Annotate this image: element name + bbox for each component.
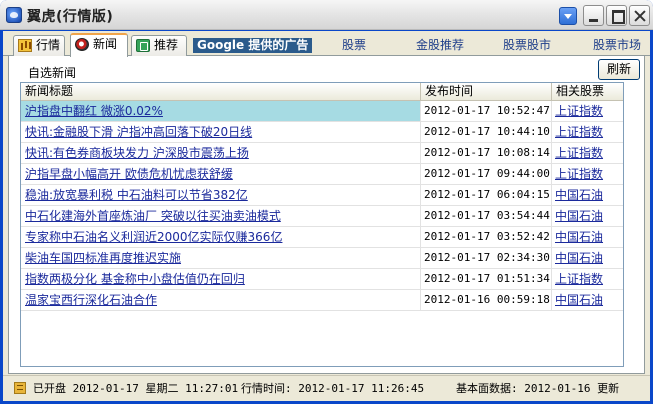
publish-time: 2012-01-17 10:44:10 bbox=[421, 122, 552, 142]
related-stock-link[interactable]: 上证指数 bbox=[552, 164, 623, 184]
minimize-button[interactable] bbox=[583, 5, 604, 26]
section-label: 自选新闻 bbox=[28, 66, 77, 80]
news-icon bbox=[75, 38, 89, 51]
related-stock-link[interactable]: 中国石油 bbox=[552, 185, 623, 205]
tab-quote[interactable]: 行情 bbox=[13, 35, 65, 56]
window-title: 翼虎(行情版) bbox=[27, 9, 114, 25]
tab-strip: 行情 新闻 推荐 Google 提供的广告 股票 金股推荐 股票股市 股票市场 bbox=[3, 31, 650, 57]
quote-time: 行情时间: 2012-01-17 11:26:45 bbox=[241, 382, 425, 395]
market-status: 已开盘 2012-01-17 星期二 11:27:01 bbox=[33, 382, 239, 395]
table-row[interactable]: 中石化建海外首座炼油厂 突破以往买油卖油模式 2012-01-17 03:54:4… bbox=[21, 206, 623, 227]
news-title-link[interactable]: 稳油:放宽暴利税 中石油料可以节省382亿 bbox=[21, 185, 421, 205]
publish-time: 2012-01-17 09:44:00 bbox=[421, 164, 552, 184]
status-bar: 已开盘 2012-01-17 星期二 11:27:01 行情时间: 2012-0… bbox=[3, 375, 650, 401]
panel-toolbar: 自选新闻 刷新 bbox=[9, 56, 644, 83]
related-stock-link[interactable]: 中国石油 bbox=[552, 248, 623, 268]
column-header-title[interactable]: 新闻标题 bbox=[21, 83, 421, 101]
ad-link-stocks[interactable]: 股票 bbox=[342, 38, 366, 53]
table-row[interactable]: 专家称中石油名义利润近2000亿实际仅赚366亿 2012-01-17 03:52… bbox=[21, 227, 623, 248]
table-row[interactable]: 柴油车国四标准再度推迟实施 2012-01-17 02:34:30 中国石油 bbox=[21, 248, 623, 269]
ad-link-stock-exchange[interactable]: 股票市场 bbox=[593, 38, 641, 53]
news-title-link[interactable]: 柴油车国四标准再度推迟实施 bbox=[21, 248, 421, 268]
publish-time: 2012-01-17 10:52:47 bbox=[421, 101, 552, 121]
calendar-icon bbox=[14, 382, 26, 394]
tab-label: 新闻 bbox=[93, 37, 118, 51]
publish-time: 2012-01-17 03:54:44 bbox=[421, 206, 552, 226]
title-bar[interactable]: 翼虎(行情版) bbox=[0, 0, 653, 30]
tab-label: 行情 bbox=[36, 38, 61, 52]
publish-time: 2012-01-17 01:51:34 bbox=[421, 269, 552, 289]
table-row[interactable]: 沪指盘中翻红 微涨0.02% 2012-01-17 10:52:47 上证指数 bbox=[21, 101, 623, 122]
ad-link-golden-stocks[interactable]: 金股推荐 bbox=[416, 38, 464, 53]
news-title-link[interactable]: 沪指早盘小幅高开 欧债危机忧虑获舒缓 bbox=[21, 164, 421, 184]
news-title-link[interactable]: 快讯:有色券商板块发力 沪深股市震荡上扬 bbox=[21, 143, 421, 163]
table-row[interactable]: 沪指早盘小幅高开 欧债危机忧虑获舒缓 2012-01-17 09:44:00 上证指… bbox=[21, 164, 623, 185]
basic-data-status: 基本面数据: 2012-01-16 更新 bbox=[456, 382, 620, 395]
table-row[interactable]: 稳油:放宽暴利税 中石油料可以节省382亿 2012-01-17 06:04:15… bbox=[21, 185, 623, 206]
related-stock-link[interactable]: 上证指数 bbox=[552, 269, 623, 289]
related-stock-link[interactable]: 中国石油 bbox=[552, 227, 623, 247]
maximize-button[interactable] bbox=[606, 5, 627, 26]
table-row[interactable]: 指数两极分化 基金称中小盘估值仍在回归 2012-01-17 01:51:34 上证… bbox=[21, 269, 623, 290]
column-header-time[interactable]: 发布时间 bbox=[421, 83, 552, 101]
menu-dropdown-button[interactable] bbox=[559, 7, 577, 25]
related-stock-link[interactable]: 上证指数 bbox=[552, 101, 623, 121]
table-row[interactable]: 快讯:金融股下滑 沪指冲高回落下破20日线 2012-01-17 10:44:10… bbox=[21, 122, 623, 143]
news-table: 新闻标题 发布时间 相关股票 沪指盘中翻红 微涨0.02% 2012-01-17 … bbox=[20, 82, 624, 367]
app-window: 翼虎(行情版) 行情 新闻 推荐 Google 提供的广告 股票 金股推荐 股票… bbox=[0, 0, 653, 404]
tab-label: 推荐 bbox=[154, 38, 179, 52]
google-ads-label[interactable]: Google 提供的广告 bbox=[193, 38, 313, 53]
news-title-link[interactable]: 专家称中石油名义利润近2000亿实际仅赚366亿 bbox=[21, 227, 421, 247]
related-stock-link[interactable]: 上证指数 bbox=[552, 143, 623, 163]
client-area: 行情 新闻 推荐 Google 提供的广告 股票 金股推荐 股票股市 股票市场 … bbox=[3, 31, 650, 401]
tab-news[interactable]: 新闻 bbox=[70, 33, 128, 57]
column-header-stock[interactable]: 相关股票 bbox=[552, 83, 623, 101]
table-row[interactable]: 温家宝西行深化石油合作 2012-01-16 00:59:18 中国石油 bbox=[21, 290, 623, 311]
tiger-app-icon[interactable] bbox=[6, 7, 22, 23]
chart-icon bbox=[18, 39, 32, 52]
publish-time: 2012-01-17 02:34:30 bbox=[421, 248, 552, 268]
table-row[interactable]: 快讯:有色券商板块发力 沪深股市震荡上扬 2012-01-17 10:08:14 上… bbox=[21, 143, 623, 164]
refresh-button[interactable]: 刷新 bbox=[598, 59, 640, 80]
tab-recommend[interactable]: 推荐 bbox=[131, 35, 187, 56]
related-stock-link[interactable]: 中国石油 bbox=[552, 206, 623, 226]
publish-time: 2012-01-16 00:59:18 bbox=[421, 290, 552, 310]
table-header: 新闻标题 发布时间 相关股票 bbox=[21, 83, 623, 101]
close-button[interactable] bbox=[629, 5, 650, 26]
news-panel: 自选新闻 刷新 新闻标题 发布时间 相关股票 沪指盘中翻红 微涨0.02% 201… bbox=[8, 56, 645, 374]
publish-time: 2012-01-17 10:08:14 bbox=[421, 143, 552, 163]
publish-time: 2012-01-17 06:04:15 bbox=[421, 185, 552, 205]
news-title-link[interactable]: 指数两极分化 基金称中小盘估值仍在回归 bbox=[21, 269, 421, 289]
news-title-link[interactable]: 沪指盘中翻红 微涨0.02% bbox=[21, 101, 421, 121]
news-title-link[interactable]: 中石化建海外首座炼油厂 突破以往买油卖油模式 bbox=[21, 206, 421, 226]
news-title-link[interactable]: 温家宝西行深化石油合作 bbox=[21, 290, 421, 310]
ad-link-stock-market[interactable]: 股票股市 bbox=[503, 38, 551, 53]
related-stock-link[interactable]: 中国石油 bbox=[552, 290, 623, 310]
recommend-icon bbox=[136, 39, 150, 52]
related-stock-link[interactable]: 上证指数 bbox=[552, 122, 623, 142]
news-title-link[interactable]: 快讯:金融股下滑 沪指冲高回落下破20日线 bbox=[21, 122, 421, 142]
publish-time: 2012-01-17 03:52:42 bbox=[421, 227, 552, 247]
